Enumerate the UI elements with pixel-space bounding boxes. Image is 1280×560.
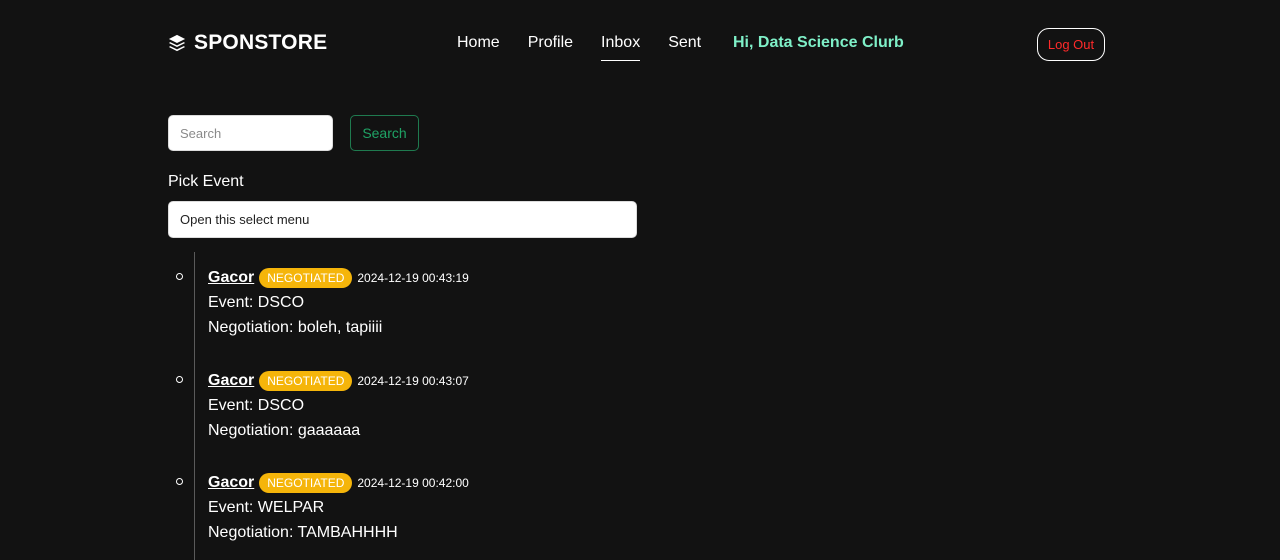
- bullet-icon: [176, 478, 183, 485]
- layers-icon: [168, 34, 186, 52]
- event-select[interactable]: Open this select menu: [168, 201, 637, 238]
- sender-link[interactable]: Gacor: [208, 269, 254, 287]
- event-select-value: Open this select menu: [180, 212, 310, 227]
- divider: [194, 252, 195, 355]
- user-greeting: Hi, Data Science Clurb: [733, 34, 904, 51]
- status-badge: NEGOTIATED: [259, 370, 353, 391]
- nav-sent[interactable]: Sent: [668, 34, 701, 61]
- navbar: SPONSTORE Home Profile Inbox Sent Hi, Da…: [0, 0, 1280, 90]
- timestamp: 2024-12-19 00:42:00: [357, 476, 469, 490]
- logout-button[interactable]: Log Out: [1037, 28, 1105, 61]
- sender-link[interactable]: Gacor: [208, 372, 254, 390]
- list-item: Gacor NEGOTIATED 2024-12-19 00:43:19 Eve…: [168, 252, 868, 355]
- timestamp: 2024-12-19 00:43:07: [357, 373, 469, 388]
- bullet-icon: [176, 273, 183, 280]
- message-list: Gacor NEGOTIATED 2024-12-19 00:43:19 Eve…: [168, 252, 868, 560]
- event-text: Event: WELPAR: [208, 499, 325, 516]
- list-item: Gacor NEGOTIATED 2024-12-19 00:42:00 Eve…: [168, 457, 868, 560]
- divider: [194, 354, 195, 457]
- nav-profile[interactable]: Profile: [528, 34, 573, 61]
- negotiation-text: Negotiation: gaaaaaa: [208, 421, 361, 439]
- nav-links: Home Profile Inbox Sent: [457, 34, 701, 61]
- brand-logo[interactable]: SPONSTORE: [168, 31, 327, 55]
- event-text: Event: DSCO: [208, 396, 305, 414]
- search-button[interactable]: Search: [350, 115, 419, 151]
- bullet-icon: [176, 375, 183, 383]
- status-badge: NEGOTIATED: [259, 473, 353, 493]
- timestamp: 2024-12-19 00:43:19: [357, 271, 469, 285]
- sender-link[interactable]: Gacor: [208, 474, 254, 492]
- divider: [194, 457, 195, 560]
- negotiation-text: Negotiation: boleh, tapiiii: [208, 319, 383, 336]
- search-input[interactable]: [168, 115, 333, 151]
- negotiation-text: Negotiation: TAMBAHHHH: [208, 524, 398, 541]
- brand-name: SPONSTORE: [194, 31, 328, 54]
- nav-home[interactable]: Home: [457, 34, 500, 61]
- pick-event-label: Pick Event: [168, 173, 244, 190]
- event-text: Event: DSCO: [208, 294, 305, 311]
- list-item: Gacor NEGOTIATED 2024-12-19 00:43:07 Eve…: [168, 354, 868, 457]
- nav-inbox[interactable]: Inbox: [601, 34, 641, 61]
- status-badge: NEGOTIATED: [259, 268, 353, 288]
